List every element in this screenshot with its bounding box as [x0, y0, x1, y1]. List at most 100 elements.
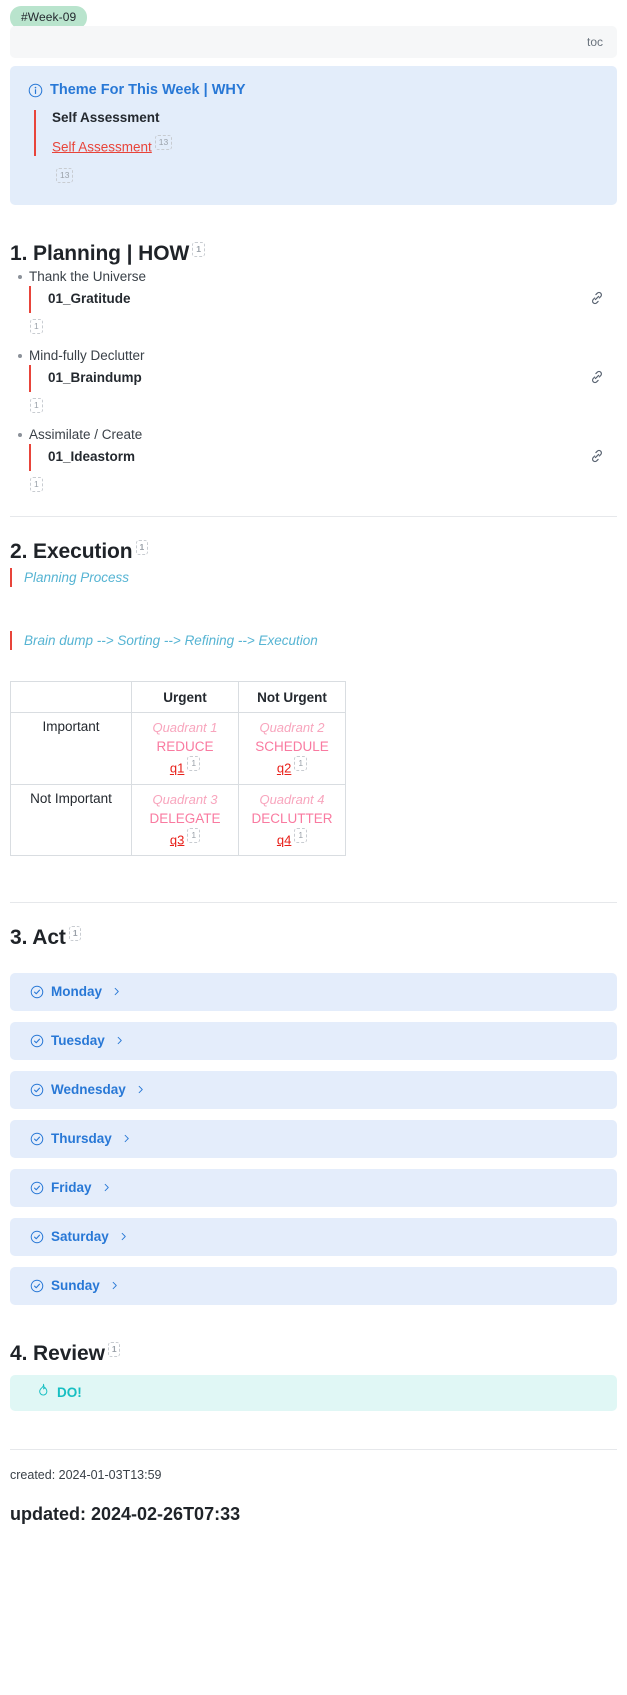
planning-item-badge-wrap: 1 [30, 395, 43, 414]
quadrant-badge: 1 [294, 827, 308, 843]
quadrant-link[interactable]: q2 [277, 761, 291, 776]
quadrant-badge: 1 [187, 827, 201, 843]
planning-heading: 1. Planning | HOW 1 [10, 241, 617, 267]
execution-heading: 2. Execution 1 [10, 539, 617, 565]
planning-item-title: 01_Gratitude [48, 291, 131, 307]
day-row-monday[interactable]: Monday [10, 972, 617, 1011]
day-row-wednesday[interactable]: Wednesday [10, 1070, 617, 1109]
do-label: DO! [57, 1385, 82, 1401]
quadrant-name: Quadrant 3 [152, 791, 218, 807]
note-page: #Week-09 toc Theme For This Week | WHY S… [0, 0, 627, 1549]
quadrant-link-row: q3 1 [140, 827, 230, 849]
bullet-dot-icon [18, 354, 22, 359]
table-header-row: Urgent Not Urgent [10, 681, 346, 714]
planning-bullet-label: Thank the Universe [29, 269, 147, 285]
quadrant-action: SCHEDULE [255, 739, 329, 755]
updated-timestamp: updated: 2024-02-26T07:33 [10, 1503, 241, 1524]
quadrant-link-row: q2 1 [247, 756, 337, 777]
matrix-col-urgent: Urgent [131, 681, 239, 714]
matrix-corner-cell [10, 681, 132, 714]
chevron-right-icon[interactable] [118, 1231, 129, 1242]
quadrant-link[interactable]: q4 [277, 832, 291, 847]
tag-row: #Week-09 [0, 0, 627, 29]
day-row-saturday[interactable]: Saturday [10, 1217, 617, 1256]
execution-quote-1: Planning Process [10, 568, 627, 588]
review-heading-text: 4. Review [10, 1341, 105, 1365]
link-icon[interactable] [589, 369, 605, 385]
planning-section: 1. Planning | HOW 1 [0, 241, 627, 267]
chevron-right-icon[interactable] [114, 1035, 125, 1046]
planning-quote: 01_Ideastorm [29, 444, 627, 472]
planning-bullet: Assimilate / Create [18, 425, 627, 444]
planning-bullet: Mind-fully Declutter [18, 346, 627, 365]
self-assessment-link[interactable]: Self Assessment [52, 139, 152, 154]
quadrant-action: DELEGATE [149, 810, 221, 826]
quadrant-name: Quadrant 1 [152, 720, 218, 736]
act-heading-text: 3. Act [10, 925, 66, 949]
bullet-dot-icon [18, 275, 22, 280]
link-icon[interactable] [589, 290, 605, 306]
process-flow-text: Brain dump --> Sorting --> Refining --> … [24, 633, 318, 649]
divider [10, 1448, 617, 1450]
chevron-right-icon[interactable] [135, 1084, 146, 1095]
callout-quote-link-row: Self Assessment 13 [52, 135, 599, 156]
chevron-right-icon[interactable] [121, 1133, 132, 1144]
chevron-right-icon[interactable] [101, 1182, 112, 1193]
callout-title: Theme For This Week | WHY [50, 82, 246, 98]
execution-heading-badge: 1 [135, 540, 149, 556]
chevron-right-icon[interactable] [109, 1280, 120, 1291]
link-icon[interactable] [589, 448, 605, 464]
planning-item-badge: 1 [30, 398, 43, 414]
planning-bullet: Thank the Universe [18, 267, 627, 286]
day-row-sunday[interactable]: Sunday [10, 1266, 617, 1305]
circle-check-icon [30, 1279, 44, 1293]
quadrant-link[interactable]: q1 [170, 761, 184, 776]
day-label: Tuesday [51, 1033, 105, 1049]
day-row-friday[interactable]: Friday [10, 1168, 617, 1207]
day-label: Friday [51, 1180, 92, 1196]
circle-check-icon [30, 1181, 44, 1195]
callout-quote: Self Assessment Self Assessment 13 [34, 110, 599, 157]
matrix-cell-q4: Quadrant 4 DECLUTTER q4 1 [238, 783, 346, 856]
quadrant-link[interactable]: q3 [170, 832, 184, 847]
quadrant-badge: 1 [294, 756, 308, 772]
matrix-cell-q3: Quadrant 3 DELEGATE q3 1 [131, 783, 239, 856]
circle-check-icon [30, 1083, 44, 1097]
act-section: 3. Act 1 [0, 925, 627, 951]
circle-check-icon [30, 1034, 44, 1048]
do-row[interactable]: DO! [10, 1374, 617, 1411]
created-timestamp: created: 2024-01-03T13:59 [10, 1467, 162, 1482]
execution-quote-2: Brain dump --> Sorting --> Refining --> … [10, 631, 627, 651]
circle-check-icon [30, 1132, 44, 1146]
quadrant-link-row: q1 1 [140, 756, 230, 777]
callout-tail: 13 [56, 165, 599, 184]
eisenhower-matrix-table: Urgent Not Urgent Important Quadrant 1 R… [10, 681, 346, 856]
day-label: Saturday [51, 1229, 109, 1245]
chevron-right-icon[interactable] [111, 986, 122, 997]
planning-process-text: Planning Process [24, 570, 130, 586]
quadrant-action: REDUCE [156, 739, 214, 755]
day-label: Wednesday [51, 1082, 126, 1098]
flame-icon [36, 1383, 50, 1403]
toc-label[interactable]: toc [587, 35, 603, 49]
planning-item: Assimilate / Create 01_Ideastorm 1 [18, 425, 627, 493]
circle-check-icon [30, 1230, 44, 1244]
act-heading-badge: 1 [68, 925, 82, 941]
theme-callout: Theme For This Week | WHY Self Assessmen… [10, 66, 617, 206]
matrix-cell-q2: Quadrant 2 SCHEDULE q2 1 [238, 712, 346, 785]
review-heading: 4. Review 1 [10, 1341, 617, 1367]
matrix-row-important: Important [10, 712, 132, 785]
planning-bullet-label: Assimilate / Create [29, 427, 143, 443]
planning-item: Mind-fully Declutter 01_Braindump 1 [18, 346, 627, 414]
planning-item-title: 01_Ideastorm [48, 449, 136, 465]
quadrant-link-row: q4 1 [247, 827, 337, 849]
act-heading: 3. Act 1 [10, 925, 617, 951]
planning-heading-badge: 1 [192, 242, 205, 258]
bullet-dot-icon [18, 433, 22, 438]
day-row-tuesday[interactable]: Tuesday [10, 1021, 617, 1060]
day-row-thursday[interactable]: Thursday [10, 1119, 617, 1158]
planning-quote-row: 01_Ideastorm [18, 444, 627, 472]
planning-item-badge-wrap: 1 [30, 316, 43, 335]
planning-item: Thank the Universe 01_Gratitude 1 [18, 267, 627, 335]
toc-bar[interactable]: toc [10, 26, 617, 58]
